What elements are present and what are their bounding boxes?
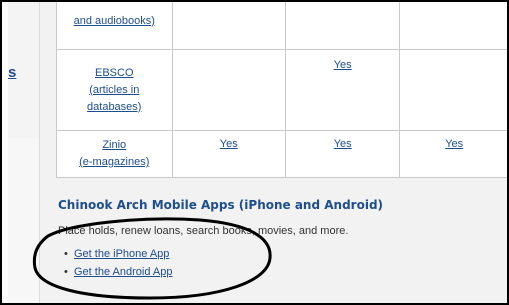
window-frame bbox=[0, 0, 509, 305]
